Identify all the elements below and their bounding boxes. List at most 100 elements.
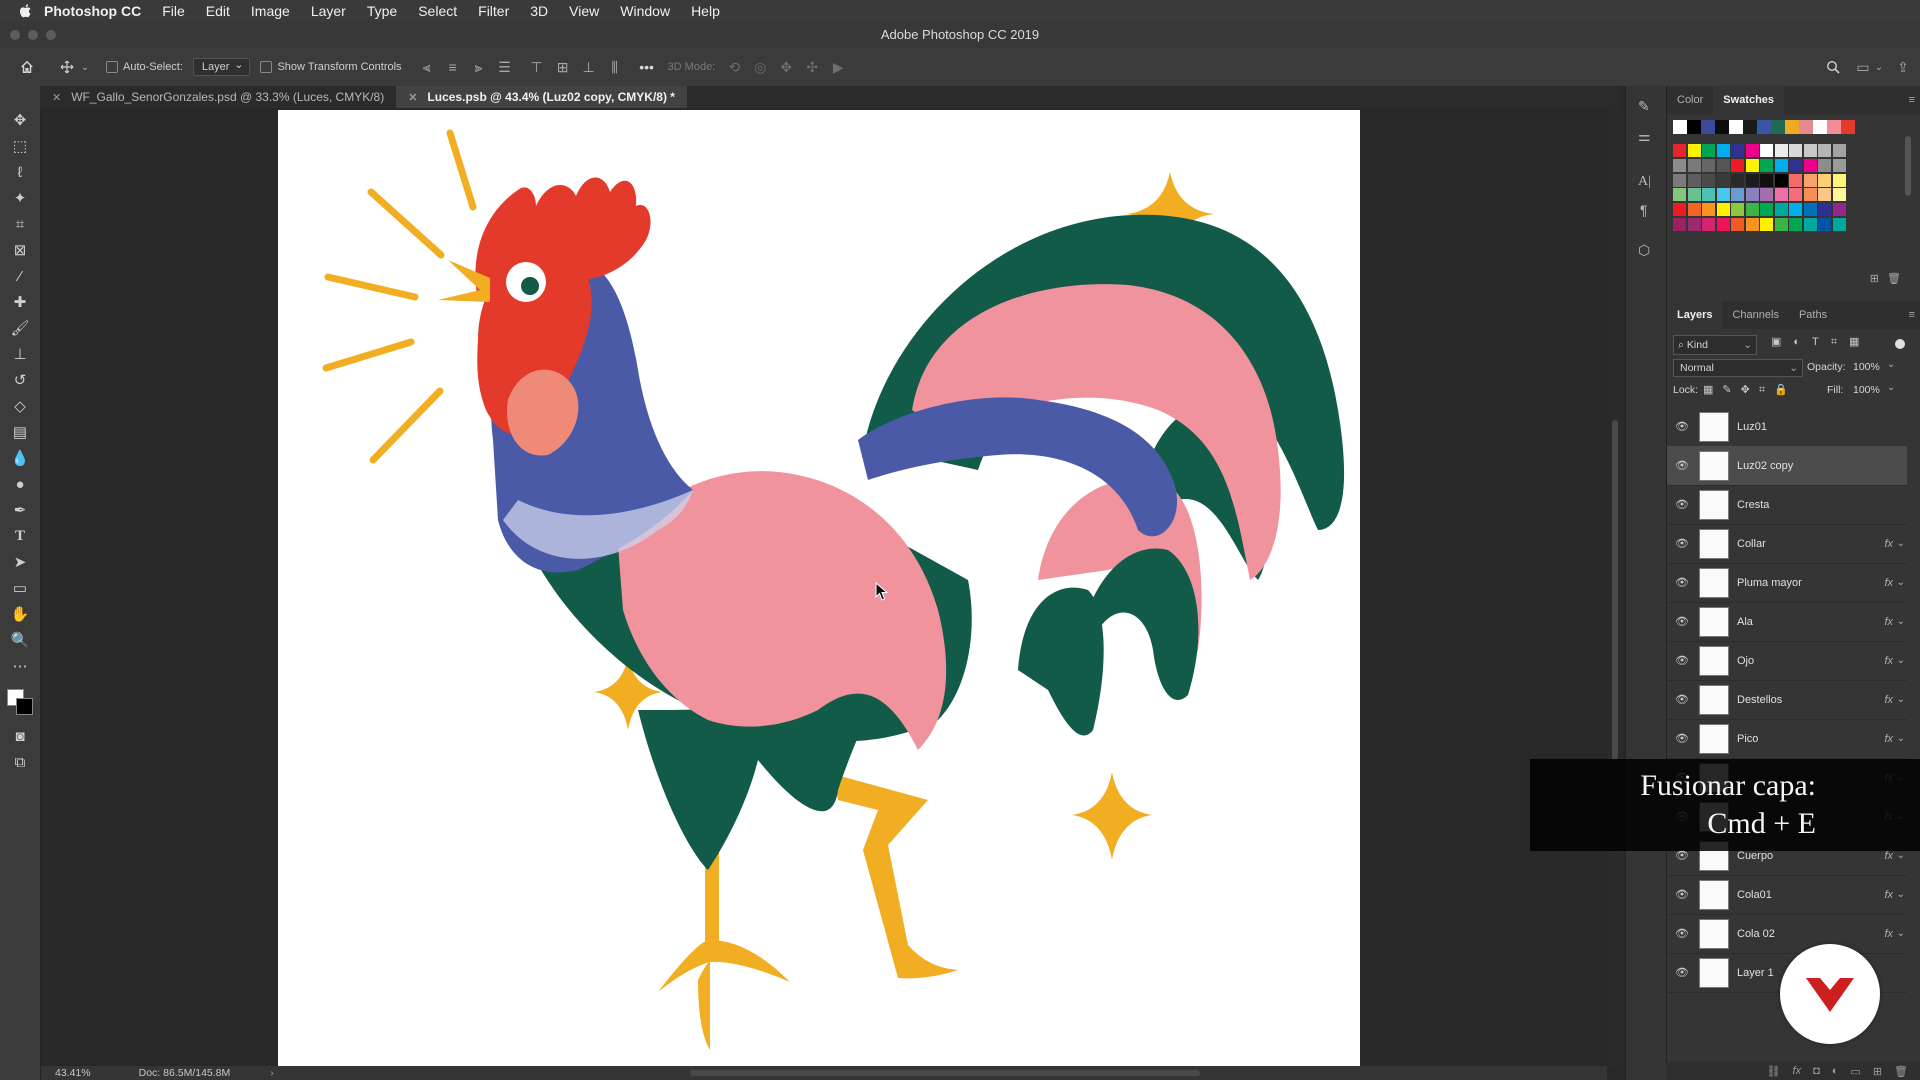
healing-brush-tool-icon[interactable]: ✚ <box>10 292 30 312</box>
swatch[interactable] <box>1702 158 1715 172</box>
rectangle-tool-icon[interactable]: ▭ <box>10 578 30 598</box>
visibility-eye-icon[interactable]: 👁 <box>1675 537 1689 550</box>
menu-file[interactable]: File <box>162 3 185 19</box>
add-mask-icon[interactable]: ◘ <box>1813 1065 1820 1077</box>
show-transform-checkbox[interactable] <box>260 61 273 73</box>
frame-tool-icon[interactable]: ⊠ <box>10 240 30 260</box>
swatch[interactable] <box>1701 120 1715 134</box>
swatch[interactable] <box>1731 188 1744 202</box>
layer-effects-icon[interactable]: fx <box>1884 616 1893 628</box>
layer-name[interactable]: Ojo <box>1737 655 1754 667</box>
layer-row[interactable]: 👁 Pluma mayor fx ⌄ <box>1667 563 1907 603</box>
swatch[interactable] <box>1832 188 1846 202</box>
swatch[interactable] <box>1687 120 1701 134</box>
swatch[interactable] <box>1760 218 1773 231</box>
swatch[interactable] <box>1818 144 1831 157</box>
layer-row[interactable]: 👁 Luz02 copy <box>1667 446 1907 486</box>
layer-row[interactable]: 👁 Destellos fx ⌄ <box>1667 680 1907 720</box>
layer-row[interactable]: 👁 Ojo fx ⌄ <box>1667 641 1907 681</box>
search-icon[interactable] <box>1826 60 1840 74</box>
swatch[interactable] <box>1789 158 1802 172</box>
zoom-tool-icon[interactable]: 🔍 <box>10 630 30 650</box>
menu-window[interactable]: Window <box>620 3 670 19</box>
swatch[interactable] <box>1745 173 1759 187</box>
3d-orbit-icon[interactable]: ⟲ <box>727 59 741 75</box>
status-expand-icon[interactable]: › <box>270 1067 274 1079</box>
screen-mode-icon[interactable]: ⧉ <box>10 752 30 772</box>
swatch[interactable] <box>1799 120 1813 134</box>
layer-effects-icon[interactable]: fx <box>1884 889 1893 901</box>
chevron-down-icon[interactable]: ⌄ <box>1897 655 1905 666</box>
layer-effects-icon[interactable]: fx <box>1884 733 1893 745</box>
workspace-chevron-icon[interactable]: ⌄ <box>1872 60 1886 74</box>
layer-effects-icon[interactable]: fx <box>1884 577 1893 589</box>
adjustments-icon[interactable]: ⚌ <box>1638 128 1651 145</box>
gradient-tool-icon[interactable]: ▤ <box>10 422 30 442</box>
blur-tool-icon[interactable]: 💧 <box>10 448 30 468</box>
layers-menu-icon[interactable]: ≡ <box>1909 309 1915 321</box>
visibility-eye-icon[interactable]: 👁 <box>1675 654 1689 667</box>
swatch[interactable] <box>1789 188 1802 202</box>
close-icon[interactable]: ✕ <box>408 91 417 104</box>
layer-row[interactable]: 👁 Cola 02 fx ⌄ <box>1667 914 1907 954</box>
chevron-down-icon[interactable]: ⌄ <box>78 60 92 74</box>
chevron-down-icon[interactable]: ⌄ <box>1897 577 1905 588</box>
swatch[interactable] <box>1731 173 1744 187</box>
layer-name[interactable]: Cola01 <box>1737 889 1772 901</box>
stamp-tool-icon[interactable]: ⊥ <box>10 344 30 364</box>
swatch[interactable] <box>1745 144 1759 157</box>
align-bottom-icon[interactable]: ⊥ <box>582 59 596 75</box>
opacity-chevron-icon[interactable]: ⌄ <box>1887 359 1895 370</box>
swatch[interactable] <box>1803 144 1817 157</box>
close-window-button[interactable] <box>10 30 20 40</box>
background-color-swatch[interactable] <box>16 698 33 715</box>
swatch[interactable] <box>1673 158 1686 172</box>
swatch[interactable] <box>1818 188 1831 202</box>
3d-slide-icon[interactable]: ✣ <box>805 59 819 75</box>
swatch[interactable] <box>1803 218 1817 231</box>
swatch[interactable] <box>1818 218 1831 231</box>
layer-row[interactable]: 👁 Pico fx ⌄ <box>1667 719 1907 759</box>
chevron-down-icon[interactable]: ⌄ <box>1897 850 1905 861</box>
visibility-eye-icon[interactable]: 👁 <box>1675 615 1689 628</box>
swatch[interactable] <box>1813 120 1827 134</box>
swatch[interactable] <box>1673 173 1686 187</box>
3d-icon[interactable]: ⬡ <box>1638 242 1650 259</box>
layer-name[interactable]: Luz01 <box>1737 421 1767 433</box>
visibility-eye-icon[interactable]: 👁 <box>1675 732 1689 745</box>
visibility-eye-icon[interactable]: 👁 <box>1675 420 1689 433</box>
swatch[interactable] <box>1687 203 1701 217</box>
adjustment-layer-icon[interactable]: ◐ <box>1832 1065 1839 1077</box>
menu-filter[interactable]: Filter <box>478 3 509 19</box>
swatch[interactable] <box>1818 158 1831 172</box>
chevron-down-icon[interactable]: ⌄ <box>1897 928 1905 939</box>
swatch[interactable] <box>1716 188 1730 202</box>
swatch[interactable] <box>1760 158 1773 172</box>
swatch[interactable] <box>1774 158 1788 172</box>
layer-row[interactable]: 👁 Ala fx ⌄ <box>1667 602 1907 642</box>
new-group-icon[interactable]: ▭ <box>1850 1065 1860 1078</box>
vertical-scrollbar[interactable] <box>1607 108 1623 1066</box>
swatch[interactable] <box>1803 158 1817 172</box>
layer-row[interactable]: 👁 Cola01 fx ⌄ <box>1667 875 1907 915</box>
auto-select-checkbox[interactable] <box>106 61 118 73</box>
layer-name[interactable]: Pluma mayor <box>1737 577 1802 589</box>
swatch[interactable] <box>1687 144 1701 157</box>
marquee-tool-icon[interactable]: ⬚ <box>10 136 30 156</box>
swatch[interactable] <box>1774 203 1788 217</box>
swatch[interactable] <box>1702 144 1715 157</box>
swatch[interactable] <box>1789 144 1802 157</box>
path-selection-tool-icon[interactable]: ➤ <box>10 552 30 572</box>
delete-layer-icon[interactable]: 🗑 <box>1894 1065 1908 1078</box>
layer-name[interactable]: Pico <box>1737 733 1758 745</box>
swatch[interactable] <box>1832 218 1846 231</box>
visibility-eye-icon[interactable]: 👁 <box>1675 966 1689 979</box>
swatch[interactable] <box>1673 218 1686 231</box>
visibility-eye-icon[interactable]: 👁 <box>1675 693 1689 706</box>
visibility-eye-icon[interactable]: 👁 <box>1675 576 1689 589</box>
edit-toolbar-icon[interactable]: ⋯ <box>10 656 30 676</box>
panel-menu-icon[interactable]: ≡ <box>1909 94 1915 106</box>
menu-edit[interactable]: Edit <box>206 3 230 19</box>
menu-select[interactable]: Select <box>418 3 457 19</box>
paragraph-icon[interactable]: ¶ <box>1640 202 1648 218</box>
